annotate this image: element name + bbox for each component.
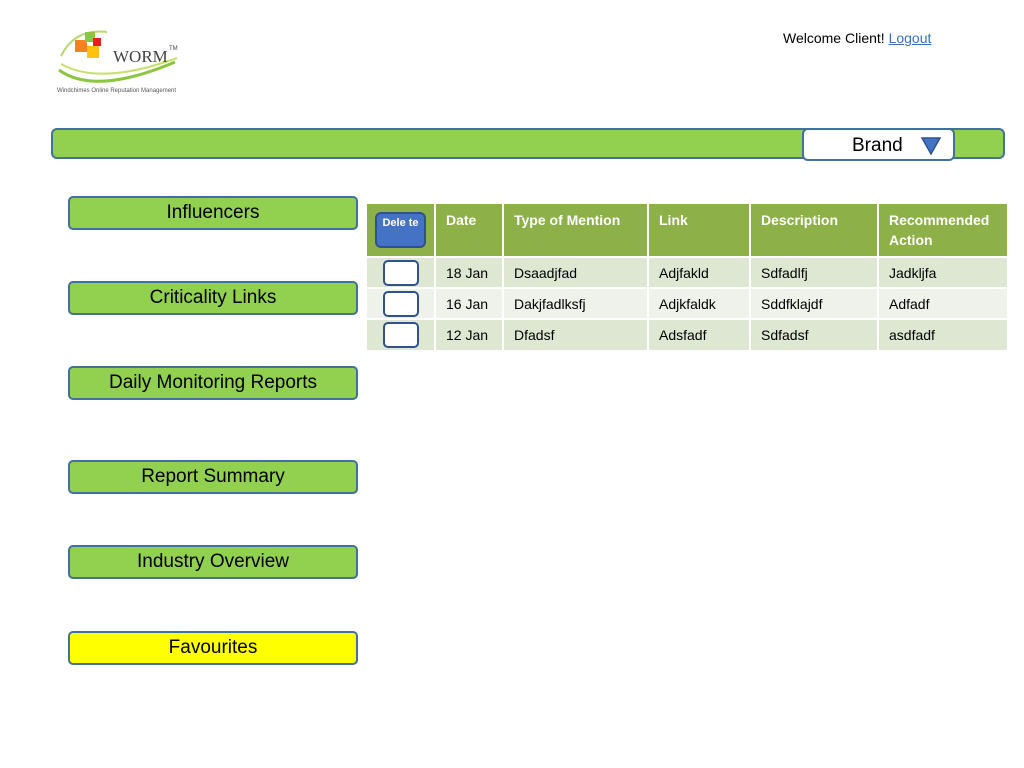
table-row: 16 Jan Dakjfadlksfj Adjkfaldk Sddfklajdf… bbox=[367, 287, 1007, 319]
cell-description: Sddfklajdf bbox=[750, 287, 879, 319]
welcome-text: Welcome Client! bbox=[783, 30, 889, 46]
column-header-description: Description bbox=[750, 204, 879, 257]
column-header-type-of-mention: Type of Mention bbox=[503, 204, 649, 257]
brand-dropdown-label: Brand bbox=[852, 135, 903, 156]
delete-button[interactable]: Dele te bbox=[375, 212, 426, 248]
svg-text:TM: TM bbox=[169, 46, 178, 52]
svg-text:WORM: WORM bbox=[113, 47, 168, 66]
cell-type-of-mention: Dakjfadlksfj bbox=[503, 287, 649, 319]
triangle-down-icon bbox=[920, 137, 942, 156]
row-checkbox[interactable] bbox=[383, 322, 419, 348]
cell-link[interactable]: Adjfakld bbox=[648, 256, 751, 288]
table-row: 12 Jan Dfadsf Adsfadf Sdfadsf asdfadf bbox=[367, 318, 1007, 350]
cell-recommended-action: asdfadf bbox=[878, 318, 1007, 350]
logo: WORM TM Windchimes Online Reputation Man… bbox=[55, 24, 190, 98]
cell-description: Sdfadlfj bbox=[750, 256, 879, 288]
logo-tagline: Windchimes Online Reputation Management bbox=[57, 88, 177, 94]
sidebar-item-influencers[interactable]: Influencers bbox=[68, 196, 358, 230]
sidebar-item-industry-overview[interactable]: Industry Overview bbox=[68, 545, 358, 579]
cell-type-of-mention: Dsaadjfad bbox=[503, 256, 649, 288]
row-checkbox[interactable] bbox=[383, 291, 419, 317]
sidebar-item-daily-monitoring-reports[interactable]: Daily Monitoring Reports bbox=[68, 366, 358, 400]
cell-recommended-action: Adfadf bbox=[878, 287, 1007, 319]
cell-link[interactable]: Adjkfaldk bbox=[648, 287, 751, 319]
column-header-link: Link bbox=[648, 204, 751, 257]
cell-date: 16 Jan bbox=[435, 287, 504, 319]
column-header-date: Date bbox=[435, 204, 504, 257]
column-header-recommended-action: Recommended Action bbox=[878, 204, 1007, 257]
table-row: 18 Jan Dsaadjfad Adjfakld Sdfadlfj Jadkl… bbox=[367, 256, 1007, 288]
sidebar-item-favourites[interactable]: Favourites bbox=[68, 631, 358, 665]
welcome-message: Welcome Client! Logout bbox=[783, 30, 931, 46]
cell-date: 18 Jan bbox=[435, 256, 504, 288]
cell-date: 12 Jan bbox=[435, 318, 504, 350]
brand-dropdown[interactable]: Brand bbox=[802, 128, 955, 161]
sidebar-item-report-summary[interactable]: Report Summary bbox=[68, 460, 358, 494]
worm-logo-icon: WORM TM bbox=[58, 30, 178, 83]
cell-link[interactable]: Adsfadf bbox=[648, 318, 751, 350]
logout-link[interactable]: Logout bbox=[889, 30, 932, 46]
select-column-header: Dele te bbox=[367, 204, 436, 257]
mentions-table: Dele te Date Type of Mention Link Descri… bbox=[367, 204, 1007, 350]
row-checkbox[interactable] bbox=[383, 260, 419, 286]
row-select-cell bbox=[367, 318, 436, 350]
cell-description: Sdfadsf bbox=[750, 318, 879, 350]
table-header-row: Dele te Date Type of Mention Link Descri… bbox=[367, 204, 1007, 257]
cell-recommended-action: Jadkljfa bbox=[878, 256, 1007, 288]
cell-type-of-mention: Dfadsf bbox=[503, 318, 649, 350]
row-select-cell bbox=[367, 287, 436, 319]
sidebar-item-criticality-links[interactable]: Criticality Links bbox=[68, 281, 358, 315]
row-select-cell bbox=[367, 256, 436, 288]
